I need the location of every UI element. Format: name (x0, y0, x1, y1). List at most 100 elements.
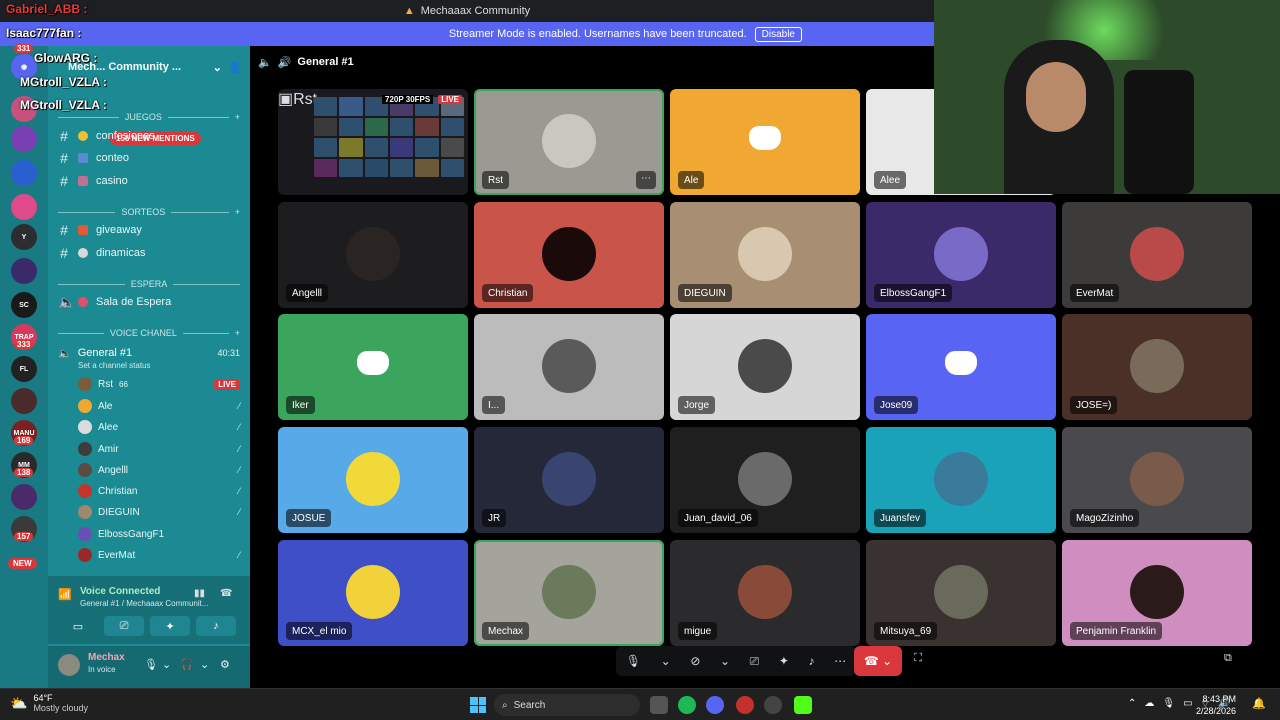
voice-member[interactable]: Christian ⁄ (78, 481, 240, 501)
server-icon[interactable] (11, 160, 37, 186)
channel-dinamicas[interactable]: # dinamicas (58, 243, 240, 263)
participant-tile[interactable]: JOSE=) (1062, 314, 1252, 420)
category-sorteos[interactable]: SORTEOS + (58, 205, 240, 219)
start-button[interactable] (470, 697, 486, 713)
server-icon[interactable] (11, 194, 37, 220)
voice-connected-subtitle[interactable]: General #1 / Mechaaax Communit... (80, 599, 209, 608)
participant-tile[interactable]: ElbossGangF1 (866, 202, 1056, 308)
screen-share-icon[interactable]: ⎚ (750, 654, 760, 669)
voice-member[interactable]: Ale ⁄ (78, 396, 240, 416)
voice-member[interactable]: ElbossGangF1 (78, 524, 240, 544)
soundboard-icon[interactable]: ♪ (809, 654, 815, 668)
channel-status[interactable]: Set a channel status (78, 361, 151, 370)
participant-tile[interactable]: JR (474, 427, 664, 533)
participant-tile[interactable]: Penjamin Franklin (1062, 540, 1252, 646)
weather-widget[interactable]: ⛅ 64°F Mostly cloudy (10, 693, 88, 713)
participant-tile[interactable]: Rst ⋯ (474, 89, 664, 195)
activities-icon[interactable]: ✦ (779, 654, 789, 668)
voice-member[interactable]: Angelll ⁄ (78, 460, 240, 480)
server-icon[interactable] (11, 484, 37, 510)
spotify-icon[interactable] (678, 696, 696, 714)
voice-member[interactable]: Alee ⁄ (78, 417, 240, 437)
server-icon[interactable]: FL (11, 356, 37, 382)
activities-button[interactable]: ✦ (150, 616, 190, 636)
cloud-icon[interactable]: ☁ (1144, 698, 1154, 711)
disable-streamer-button[interactable]: Disable (754, 26, 802, 42)
participant-tile[interactable]: JOSUE (278, 427, 468, 533)
camera-off-icon[interactable]: ⊘ (690, 654, 700, 668)
server-icon[interactable] (11, 126, 37, 152)
file-explorer-icon[interactable] (650, 696, 668, 714)
microphone-icon[interactable]: 🎙 (144, 658, 158, 671)
participant-tile[interactable]: Jorge (670, 314, 860, 420)
add-channel-icon[interactable]: + (235, 207, 240, 217)
soundboard-button[interactable]: ♪ (196, 616, 236, 636)
stream-tile[interactable]: 720P 30FPS LIVE ▣Rst (278, 89, 468, 195)
voice-channel-general[interactable]: 🔈 General #1 40:31 (58, 344, 240, 362)
channel-conteo[interactable]: # conteo (58, 148, 240, 168)
chevron-down-icon[interactable]: ⌄ (200, 658, 209, 671)
discord-icon[interactable] (706, 696, 724, 714)
participant-tile[interactable]: migue (670, 540, 860, 646)
hang-up-button[interactable]: ☎ ⌄ (854, 646, 902, 676)
display-icon[interactable]: ▭ (1183, 698, 1192, 711)
participant-tile[interactable]: MagoZizinho (1062, 427, 1252, 533)
search-box[interactable]: ⌕ Search (494, 694, 640, 716)
username[interactable]: Mechax (88, 652, 125, 663)
chevron-down-icon[interactable]: ⌄ (720, 654, 730, 668)
opera-icon[interactable] (736, 696, 754, 714)
chevron-up-icon[interactable]: ⌃ (1128, 698, 1136, 711)
noise-icon[interactable]: ▮▮ (194, 588, 205, 599)
server-icon[interactable] (11, 388, 37, 414)
popout-icon[interactable]: ⧉ (1224, 652, 1232, 665)
chevron-down-icon[interactable]: ⌄ (661, 654, 671, 668)
camera-button[interactable]: ▭ (58, 616, 98, 636)
add-channel-icon[interactable]: + (235, 112, 240, 122)
server-icon[interactable]: SC (11, 292, 37, 318)
headphones-icon[interactable]: 🎧 (180, 658, 194, 671)
microphone-icon[interactable]: 🎙 (1162, 698, 1175, 711)
participant-tile[interactable]: Iker (278, 314, 468, 420)
chevron-down-icon[interactable]: ⌄ (162, 658, 171, 671)
participant-tile[interactable]: I... (474, 314, 664, 420)
participant-tile[interactable]: Angelll (278, 202, 468, 308)
voice-member[interactable]: Rst 66 LIVE (78, 374, 240, 394)
more-options-icon[interactable]: ⋯ (636, 171, 656, 189)
participant-tile[interactable]: EverMat (1062, 202, 1252, 308)
add-channel-icon[interactable]: + (235, 328, 240, 338)
volume-icon[interactable]: 🔊 (278, 56, 292, 69)
participant-tile[interactable]: Mitsuya_69 (866, 540, 1056, 646)
notification-icon[interactable]: 🔔 (1252, 697, 1266, 710)
participant-tile[interactable]: Christian (474, 202, 664, 308)
participant-tile[interactable]: Juan_david_06 (670, 427, 860, 533)
clock[interactable]: 8:43 PM 2/28/2026 (1196, 693, 1236, 717)
participant-tile[interactable]: Mechax (474, 540, 664, 646)
participant-tile[interactable]: MCX_el mio (278, 540, 468, 646)
channel-sala-de-espera[interactable]: 🔈 Sala de Espera (58, 292, 240, 312)
category-voice-chanel[interactable]: VOICE CHANEL + (58, 326, 240, 340)
avatar[interactable] (58, 654, 80, 676)
screen-share-button[interactable]: ⎚ (104, 616, 144, 636)
kick-icon[interactable] (794, 696, 812, 714)
channel-giveaway[interactable]: # giveaway (58, 220, 240, 240)
server-icon[interactable]: Y (11, 224, 37, 250)
participant-tile[interactable]: DIEGUIN (670, 202, 860, 308)
more-icon[interactable]: ⋯ (834, 654, 846, 668)
microphone-icon[interactable]: 🎙 (626, 654, 641, 668)
add-member-icon[interactable]: 👤 (228, 61, 242, 74)
disconnect-icon[interactable]: ☎ (220, 588, 232, 599)
gear-icon[interactable]: ⚙ (220, 658, 230, 671)
participant-tile[interactable]: Ale (670, 89, 860, 195)
channel-confesiones[interactable]: # confesiones (58, 126, 240, 146)
chevron-down-icon[interactable]: ⌄ (213, 61, 222, 74)
category-espera[interactable]: ESPERA (58, 277, 241, 291)
obs-icon[interactable] (764, 696, 782, 714)
participant-tile[interactable]: Jose09 (866, 314, 1056, 420)
fullscreen-icon[interactable]: ⛶ (914, 652, 922, 665)
channel-casino[interactable]: # casino (58, 171, 240, 191)
server-icon[interactable] (11, 258, 37, 284)
category-juegos[interactable]: JUEGOS + (58, 110, 240, 124)
participant-tile[interactable]: Juansfev (866, 427, 1056, 533)
voice-member[interactable]: EverMat ⁄ (78, 545, 240, 565)
voice-member[interactable]: Amir ⁄ (78, 439, 240, 459)
